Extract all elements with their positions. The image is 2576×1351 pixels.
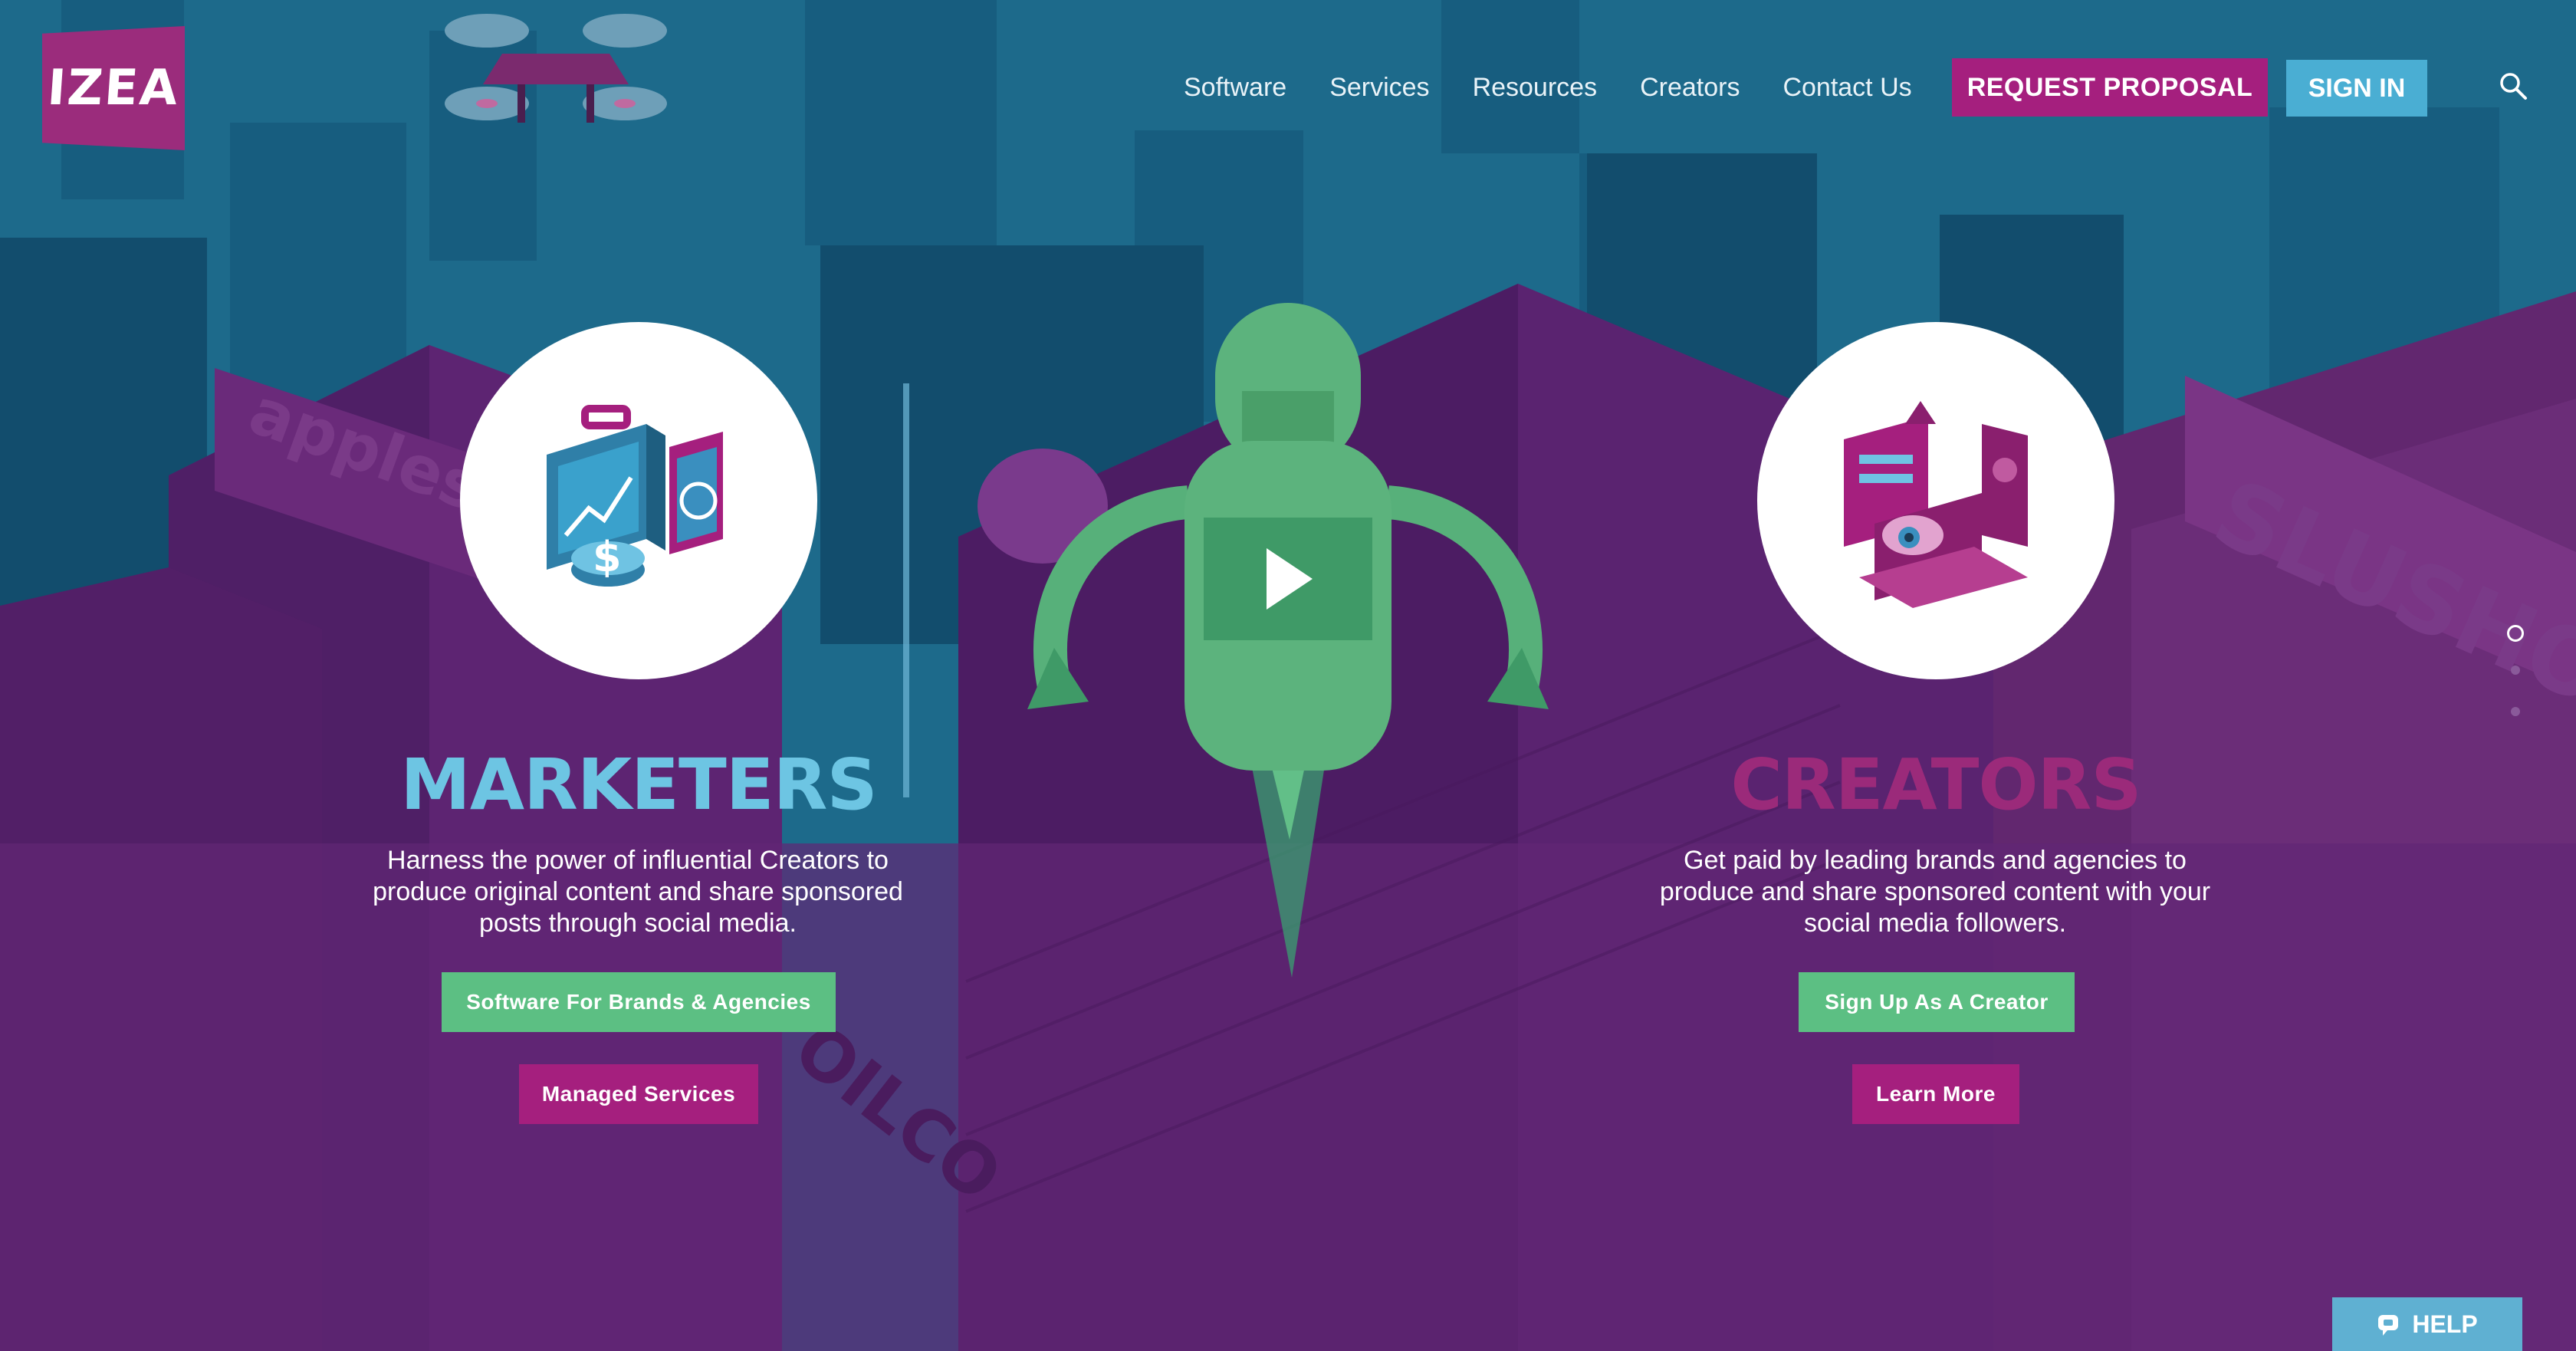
- nav-creators[interactable]: Creators: [1618, 58, 1761, 117]
- drone-icon: [445, 14, 667, 123]
- nav-services[interactable]: Services: [1308, 58, 1451, 117]
- svg-text:$: $: [593, 533, 622, 581]
- help-button[interactable]: HELP: [2332, 1297, 2522, 1351]
- managed-services-button[interactable]: Managed Services: [519, 1064, 758, 1124]
- creators-description: Get paid by leading brands and agencies …: [1659, 846, 2211, 938]
- software-for-brands-button[interactable]: Software For Brands & Agencies: [442, 972, 836, 1032]
- search-icon[interactable]: [2498, 71, 2528, 101]
- learn-more-button[interactable]: Learn More: [1852, 1064, 2019, 1124]
- nav-resources[interactable]: Resources: [1451, 58, 1619, 117]
- sign-in-button[interactable]: SIGN IN: [2286, 60, 2427, 117]
- carousel-indicators: [2507, 625, 2525, 717]
- carousel-dot-active[interactable]: [2507, 625, 2524, 642]
- rocket-play-icon[interactable]: [1020, 303, 1556, 993]
- help-label: HELP: [2412, 1310, 2478, 1338]
- marketers-icon-circle: $: [460, 322, 817, 679]
- laptop-media-icon: [1844, 401, 2028, 608]
- creators-icon-circle: [1757, 322, 2114, 679]
- sign-up-creator-button[interactable]: Sign Up As A Creator: [1799, 972, 2075, 1032]
- creators-title: CREATORS: [1730, 744, 2141, 826]
- carousel-dot[interactable]: [2511, 666, 2520, 675]
- logo-text: IZEA: [45, 60, 182, 117]
- nav-contact-us[interactable]: Contact Us: [1761, 58, 1933, 117]
- briefcase-chart-icon: $: [547, 405, 723, 587]
- marketers-description: Harness the power of influential Creator…: [373, 846, 903, 938]
- nav-software[interactable]: Software: [1162, 58, 1308, 117]
- request-proposal-button[interactable]: REQUEST PROPOSAL: [1952, 58, 2268, 117]
- help-chat-icon: [2378, 1315, 2399, 1336]
- carousel-dot[interactable]: [2511, 707, 2520, 716]
- marketers-title: MARKETERS: [400, 744, 877, 826]
- izea-logo[interactable]: IZEA: [42, 26, 185, 150]
